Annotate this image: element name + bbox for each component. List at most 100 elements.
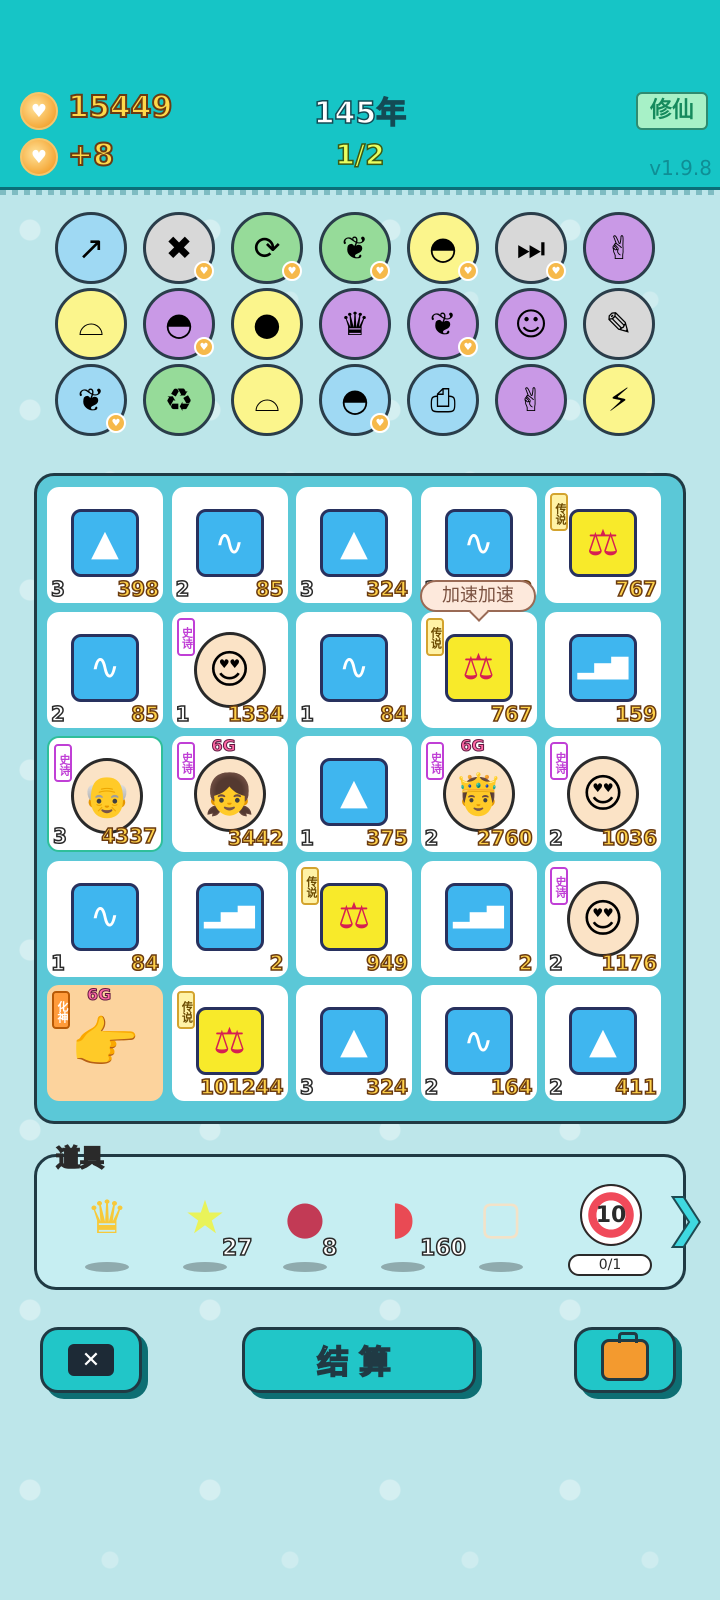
- bar-chart-icon: ▂▅▇: [195, 882, 264, 951]
- year-label: 145年: [313, 95, 407, 132]
- heart-badge-icon: ♥: [282, 261, 302, 281]
- heart-badge-icon: ♥: [370, 261, 390, 281]
- skill-slot[interactable]: ⌓: [231, 364, 303, 436]
- skill-slot[interactable]: ❦ ♥: [319, 212, 391, 284]
- board-tile[interactable]: 🤴 史诗 6G 2 2760: [420, 736, 537, 852]
- board-tile[interactable]: ∿ 1 84: [47, 860, 163, 977]
- tile-level: 2: [424, 825, 439, 851]
- next-arrow-icon[interactable]: ❯: [664, 1186, 708, 1250]
- board-tile[interactable]: ⚖ 传说 767: [420, 611, 537, 728]
- scale-icon: ⚖: [320, 882, 388, 951]
- skill-slot[interactable]: ❦ ♥: [407, 288, 479, 360]
- growth-arrow-icon: ↗: [77, 229, 105, 267]
- skill-slot[interactable]: ◓ ♥: [319, 364, 391, 436]
- old-man-crown-icon: 🤴: [442, 756, 515, 832]
- tile-level: 2: [548, 1074, 563, 1100]
- board-tile[interactable]: 😍 史诗 1 1334: [171, 611, 288, 728]
- tile-value: 411: [615, 1074, 658, 1100]
- rice-bowl-icon: ◓: [165, 305, 193, 343]
- skill-slot[interactable]: ⏭ ♥: [495, 212, 567, 284]
- tile-value: 2: [518, 950, 533, 976]
- board-tile[interactable]: ▂▅▇ 2: [420, 860, 537, 977]
- remove-button[interactable]: ✕: [40, 1327, 142, 1393]
- board-tile[interactable]: ▲ 3 398: [47, 487, 163, 603]
- close-tag-icon: ✖: [165, 229, 193, 267]
- crown-icon[interactable]: ♛: [72, 1182, 142, 1252]
- frame-icon[interactable]: ▢: [466, 1182, 536, 1252]
- skill-slot[interactable]: ✎: [583, 288, 655, 360]
- round-progress: 1/2: [335, 137, 386, 172]
- gold-bars-icon: ▲: [320, 758, 388, 826]
- old-man-hearts-icon: 😍: [567, 880, 639, 957]
- target-icon[interactable]: 10: [580, 1184, 642, 1246]
- tile-level: 2: [175, 576, 190, 602]
- props-title: 道具: [55, 1143, 105, 1173]
- tile-level: 3: [52, 823, 67, 849]
- heart-badge-icon: ♥: [458, 337, 478, 357]
- board-tile[interactable]: ⚖ 传说 949: [296, 860, 412, 977]
- skill-slot[interactable]: ✖ ♥: [143, 212, 215, 284]
- board-tile[interactable]: ∿ 2 85: [47, 611, 163, 728]
- screwdriver-icon: ✎: [605, 305, 633, 343]
- skill-slot[interactable]: ♛: [319, 288, 391, 360]
- skill-slot[interactable]: ↗: [55, 212, 127, 284]
- scale-icon: ⚖: [569, 509, 637, 577]
- board-tile[interactable]: ▂▅▇ 2: [171, 860, 288, 977]
- rarity-tag: 史诗: [54, 744, 72, 782]
- tile-value: 164: [490, 1074, 533, 1100]
- board-tile[interactable]: ⚖ 传说 101244: [171, 985, 288, 1101]
- tile-value: 4337: [101, 823, 158, 849]
- printer-icon: ⎙: [430, 380, 456, 419]
- prop-count: 8: [321, 1235, 338, 1262]
- skill-slot[interactable]: ⎙: [407, 364, 479, 436]
- board-tile[interactable]: ▲ 1 375: [296, 736, 412, 852]
- gold-bars-icon: ▲: [320, 1007, 388, 1075]
- tile-value: 2760: [476, 825, 533, 851]
- trend-line-icon: ∿: [71, 633, 139, 702]
- old-man-hearts-icon: 😍: [193, 631, 266, 708]
- skill-slot[interactable]: ☺: [495, 288, 567, 360]
- skill-slot[interactable]: ◓ ♥: [407, 212, 479, 284]
- tile-value: 84: [379, 701, 408, 727]
- skill-slot[interactable]: ✌: [495, 364, 567, 436]
- tile-level: 3: [50, 576, 65, 602]
- skill-slot[interactable]: ⌓: [55, 288, 127, 360]
- board-tile[interactable]: ▂▅▇ 159: [545, 611, 661, 728]
- skill-slot[interactable]: ❦ ♥: [55, 364, 127, 436]
- trend-line-icon: ∿: [71, 882, 139, 951]
- board-tile[interactable]: ▲ 3 324: [296, 985, 412, 1101]
- rock-hand-icon: ✌: [517, 381, 545, 419]
- gold-bars-icon: ▲: [569, 1007, 637, 1075]
- rarity-tag: 传说: [550, 493, 568, 531]
- heart-badge-icon: ♥: [370, 413, 390, 433]
- board-tile[interactable]: 👴 史诗 3 4337: [47, 736, 163, 852]
- board-tile[interactable]: ⚖ 传说 767: [545, 487, 661, 603]
- board-tile[interactable]: ▲ 3 324: [296, 487, 412, 603]
- settle-button[interactable]: 结算: [242, 1327, 476, 1393]
- rarity-tag: 史诗: [550, 742, 568, 780]
- skill-slot[interactable]: ♻: [143, 364, 215, 436]
- skill-slot[interactable]: ●: [231, 288, 303, 360]
- board-tile[interactable]: ∿ 2 85: [171, 487, 288, 603]
- board-tile[interactable]: 👧 史诗 6G 3442: [171, 736, 288, 852]
- tile-value: 3442: [227, 825, 284, 851]
- skill-slot[interactable]: ⚡: [583, 364, 655, 436]
- skill-slot[interactable]: ◓ ♥: [143, 288, 215, 360]
- board-tile[interactable]: ▲ 2 411: [545, 985, 661, 1101]
- heart-coin-icon: ♥: [20, 138, 58, 176]
- rock-hand-icon: ✌: [605, 229, 633, 267]
- version-label: v1.9.8: [649, 156, 712, 180]
- tile-level: 1: [299, 825, 314, 851]
- board-tile[interactable]: ∿ 2 164: [420, 985, 537, 1101]
- tile-level: 1: [50, 950, 65, 976]
- refresh-icon: ⟳: [253, 229, 281, 267]
- skill-slot[interactable]: ✌: [583, 212, 655, 284]
- board-tile[interactable]: ∿ 1 84: [296, 611, 412, 728]
- skill-slot[interactable]: ⟳ ♥: [231, 212, 303, 284]
- board-tile[interactable]: 😍 史诗 2 1036: [545, 736, 661, 852]
- prop-shadow: [85, 1262, 129, 1272]
- board-tile[interactable]: 👉 化神 6G: [47, 985, 163, 1101]
- bag-button[interactable]: [574, 1327, 676, 1393]
- board-tile[interactable]: 😍 史诗 2 1176: [545, 860, 661, 977]
- cultivate-button[interactable]: 修仙: [636, 92, 708, 130]
